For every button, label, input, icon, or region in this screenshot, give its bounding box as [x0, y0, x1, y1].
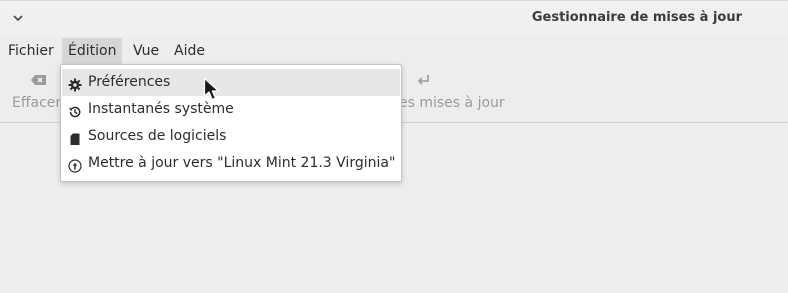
history-icon	[68, 102, 82, 118]
software-sources-label: Sources de logiciels	[88, 128, 227, 144]
menu-help[interactable]: Aide	[168, 38, 211, 64]
menu-item-preferences[interactable]: Préférences	[62, 69, 400, 96]
menu-view[interactable]: Vue	[127, 38, 165, 64]
upgrade-to-mint-label: Mettre à jour vers "Linux Mint 21.3 Virg…	[88, 155, 396, 171]
menu-file[interactable]: Fichier	[2, 38, 60, 64]
preferences-label: Préférences	[88, 74, 171, 90]
title-bar: Gestionnaire de mises à jour	[0, 0, 788, 36]
menu-item-software-sources[interactable]: Sources de logiciels	[62, 123, 400, 150]
menu-item-upgrade-to-mint[interactable]: Mettre à jour vers "Linux Mint 21.3 Virg…	[62, 150, 400, 177]
return-arrow-icon	[416, 72, 432, 88]
backspace-icon	[30, 72, 46, 88]
gear-icon	[68, 75, 82, 92]
sd-card-icon	[68, 129, 82, 145]
menu-item-system-snapshots[interactable]: Instantanés système	[62, 96, 400, 123]
upgrade-arrow-icon	[68, 156, 82, 173]
window-title: Gestionnaire de mises à jour	[531, 10, 742, 25]
menu-edit[interactable]: Édition	[62, 38, 123, 64]
window-menu-chevron-icon[interactable]	[11, 11, 25, 25]
refresh-updates-label: es mises à jour	[399, 95, 505, 111]
edit-menu-dropdown: Préférences Instantanés système Sources …	[60, 64, 402, 182]
clear-label: Effacer	[12, 95, 62, 111]
menu-bar: Fichier Édition Vue Aide	[0, 36, 788, 64]
update-manager-window: Gestionnaire de mises à jour Fichier Édi…	[0, 0, 788, 293]
mouse-pointer-icon	[203, 77, 223, 103]
